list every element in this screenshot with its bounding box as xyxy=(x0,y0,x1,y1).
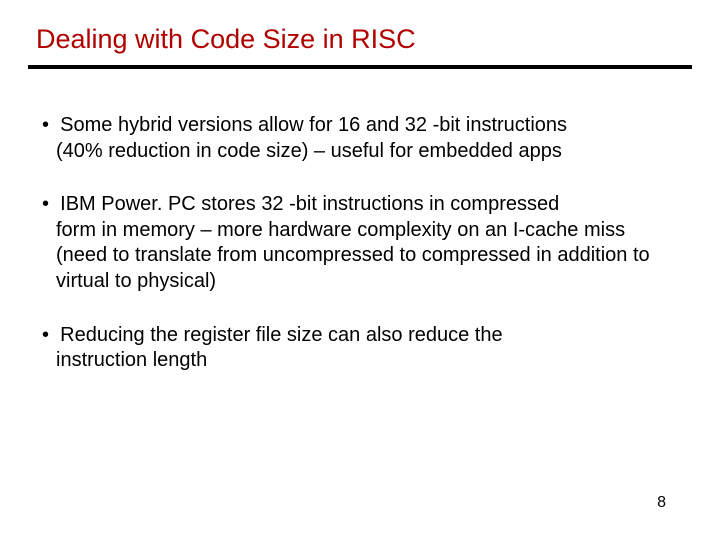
bullet-item: • IBM Power. PC stores 32 -bit instructi… xyxy=(42,192,678,294)
bullet-dot-icon: • xyxy=(42,193,49,215)
bullet-continuation: (40% reduction in code size) – useful fo… xyxy=(42,139,678,165)
slide-body: • Some hybrid versions allow for 16 and … xyxy=(28,113,692,374)
bullet-text: Some hybrid versions allow for 16 and 32… xyxy=(55,114,567,136)
bullet-text: Reducing the register file size can also… xyxy=(55,324,503,346)
bullet-dot-icon: • xyxy=(42,114,49,136)
title-rule xyxy=(28,65,692,69)
bullet-item: • Reducing the register file size can al… xyxy=(42,323,678,374)
slide: Dealing with Code Size in RISC • Some hy… xyxy=(0,0,720,540)
bullet-text: IBM Power. PC stores 32 -bit instruction… xyxy=(55,193,560,215)
slide-title: Dealing with Code Size in RISC xyxy=(28,24,692,55)
page-number: 8 xyxy=(657,494,666,512)
bullet-continuation: form in memory – more hardware complexit… xyxy=(42,218,678,295)
bullet-dot-icon: • xyxy=(42,324,49,346)
bullet-continuation: instruction length xyxy=(42,348,678,374)
bullet-item: • Some hybrid versions allow for 16 and … xyxy=(42,113,678,164)
